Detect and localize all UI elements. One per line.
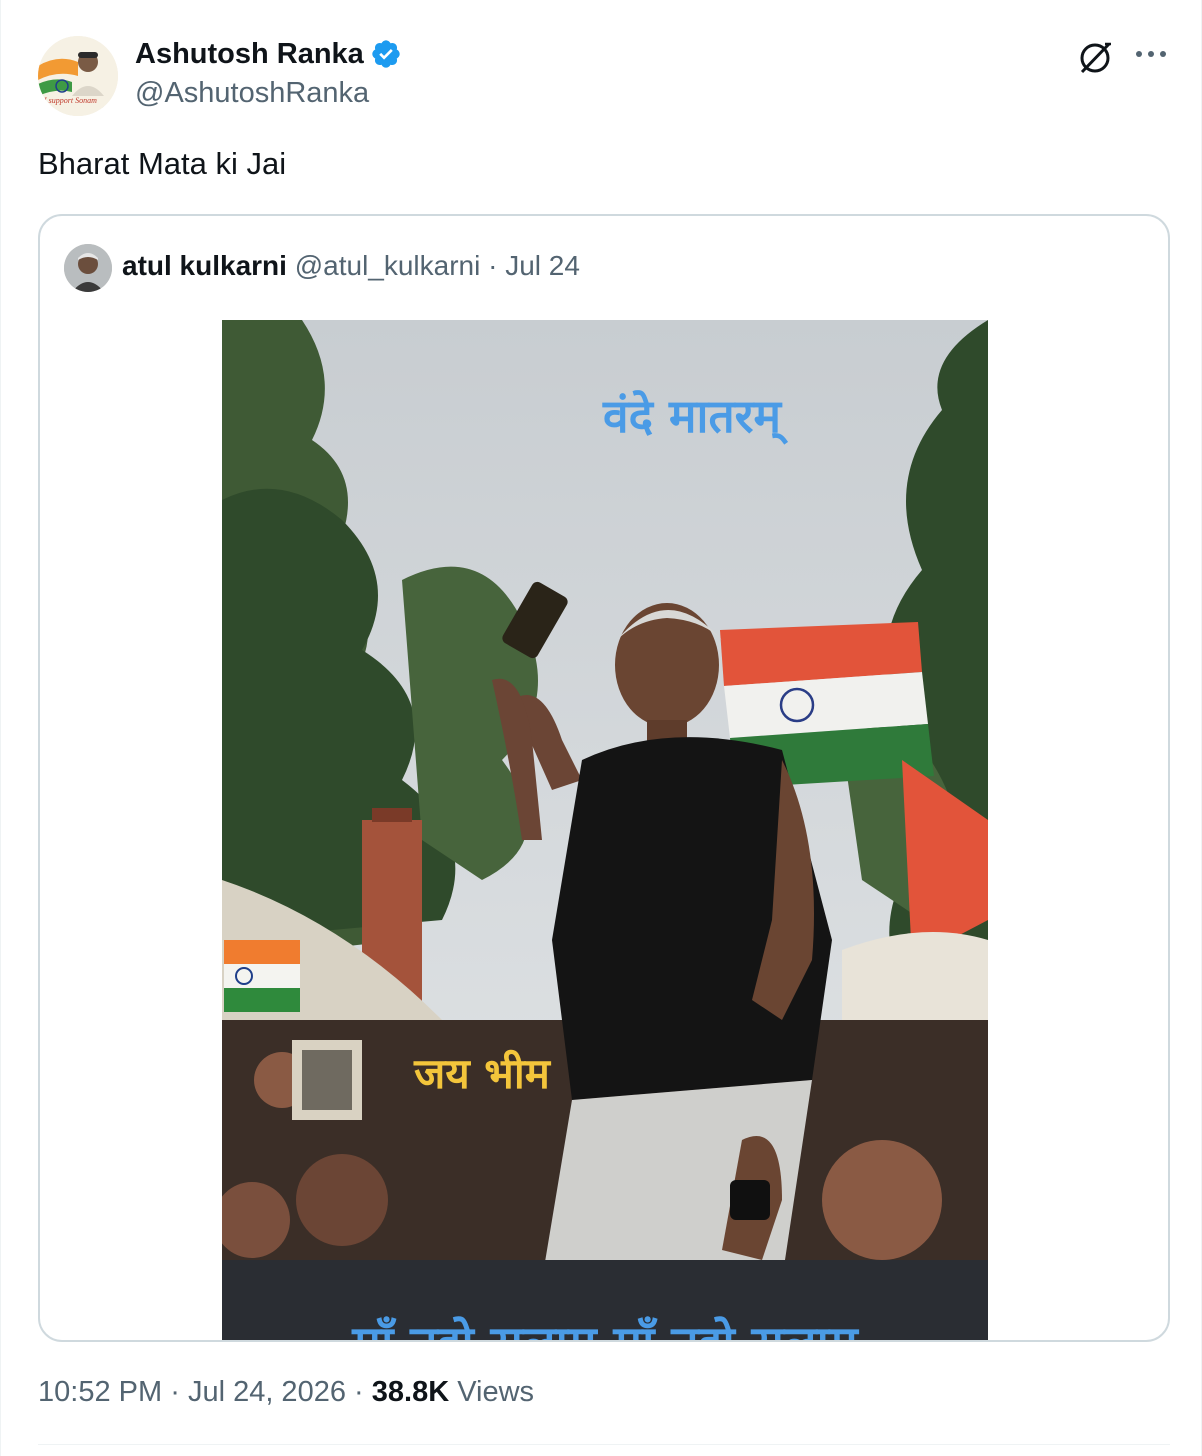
tweet-time[interactable]: 10:52 PM [38,1376,162,1408]
views-label: Views [457,1376,535,1408]
quoted-separator: · [488,250,498,281]
more-dots-icon[interactable] [1129,38,1173,78]
quoted-header: atul kulkarni @atul_kulkarni · Jul 24 [122,248,580,284]
meta-separator-1: · [170,1376,180,1408]
views-count: 38.8K [371,1376,450,1408]
quoted-avatar-image [64,244,112,292]
author-avatar[interactable]: I support Sonam [38,36,118,116]
tweet-card: I support Sonam Ashutosh Ranka @Ashutosh… [0,0,1202,1456]
protest-photo: वंदे मातरम् जय भीम माँ तुझे सलाम माँ तुझ… [222,320,988,1342]
quoted-date[interactable]: Jul 24 [505,250,580,281]
tweet-text: Bharat Mata ki Jai [38,146,287,181]
author-handle[interactable]: @AshutoshRanka [135,77,369,110]
tweet-date[interactable]: Jul 24, 2026 [188,1376,346,1408]
verified-badge-icon [370,38,402,70]
overlay-text-bottom: माँ तुझे सलाम माँ तुझे सलाम [351,1316,860,1342]
avatar-badge-text: I support Sonam [44,96,97,105]
meta-separator-2: · [354,1376,364,1408]
overlay-text-middle: जय भीम [413,1049,552,1098]
grok-icon[interactable] [1075,38,1115,78]
quoted-handle[interactable]: @atul_kulkarni [295,250,481,281]
quoted-author-avatar[interactable] [64,244,112,292]
bottom-divider [38,1444,1170,1445]
tweet-meta: 10:52 PM · Jul 24, 2026 · 38.8K Views [38,1376,534,1409]
overlay-text-top: वंदे मातरम् [602,389,789,445]
quoted-media-image[interactable]: वंदे मातरम् जय भीम माँ तुझे सलाम माँ तुझ… [222,320,988,1342]
author-name-row[interactable]: Ashutosh Ranka [135,36,402,72]
author-display-name[interactable]: Ashutosh Ranka [135,38,364,71]
quoted-display-name[interactable]: atul kulkarni [122,250,287,281]
quoted-tweet[interactable]: atul kulkarni @atul_kulkarni · Jul 24 वं… [38,214,1170,1342]
